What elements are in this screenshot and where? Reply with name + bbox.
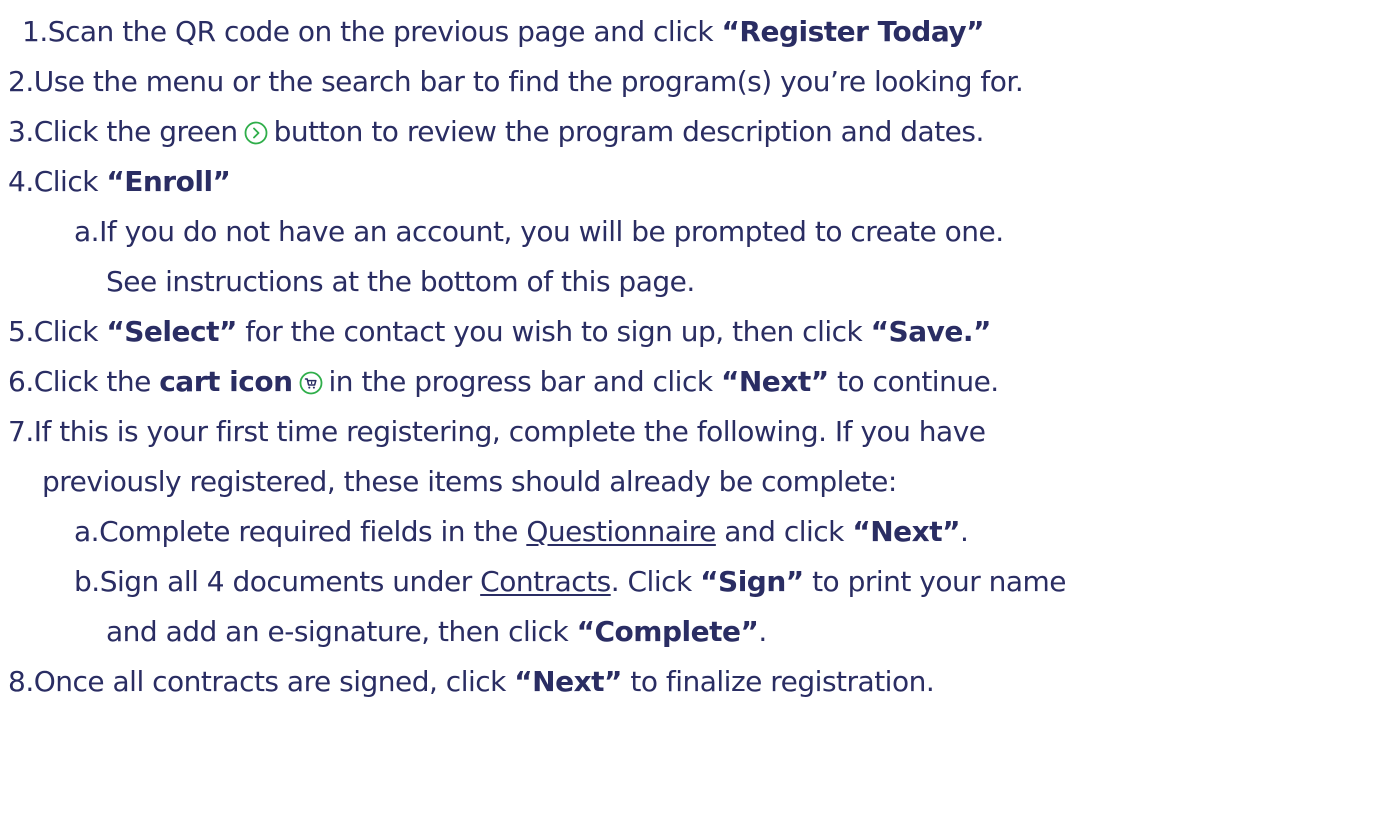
step-7b-letter: b. [74, 565, 100, 598]
instructions-page: 1.Scan the QR code on the previous page … [0, 0, 1376, 825]
step-7-number: 7. [8, 415, 34, 448]
step-5: 5.Click “Select” for the contact you wis… [8, 312, 991, 352]
green-chevron-right-circle-icon [244, 121, 268, 145]
cart-icon-label: cart icon [159, 365, 293, 398]
cart-icon [299, 371, 323, 395]
step-3: 3.Click the green button to review the pr… [8, 112, 984, 152]
questionnaire-link[interactable]: Questionnaire [526, 515, 716, 548]
register-today-label: “Register Today” [721, 15, 985, 48]
step-7b-text-2: and add an e-signature, then click [106, 615, 577, 648]
select-label: “Select” [106, 315, 237, 348]
step-7a-text: Complete required fields in the [99, 515, 527, 548]
step-7a-letter: a. [74, 515, 100, 548]
step-2: 2.Use the menu or the search bar to find… [8, 62, 1024, 102]
step-6-text-end: to continue. [828, 365, 999, 398]
step-7-text: If this is your first time registering, … [33, 415, 986, 448]
step-7b-text-end: to print your name [803, 565, 1067, 598]
next-label-step-6: “Next” [720, 365, 829, 398]
step-7a: a.Complete required fields in the Questi… [74, 512, 969, 552]
step-4-number: 4. [8, 165, 34, 198]
step-7b-continued: and add an e-signature, then click “Comp… [106, 612, 767, 652]
step-8-number: 8. [8, 665, 34, 698]
step-4a-letter: a. [74, 215, 100, 248]
step-8-text: Once all contracts are signed, click [33, 665, 515, 698]
step-5-number: 5. [8, 315, 34, 348]
step-3-text-after: button to review the program description… [273, 115, 985, 148]
step-1-text: Scan the QR code on the previous page an… [47, 15, 722, 48]
step-4a-text: If you do not have an account, you will … [99, 215, 1004, 248]
step-1: 1.Scan the QR code on the previous page … [22, 12, 985, 52]
step-8: 8.Once all contracts are signed, click “… [8, 662, 935, 702]
step-6-number: 6. [8, 365, 34, 398]
step-4: 4.Click “Enroll” [8, 162, 231, 202]
step-7-continued: previously registered, these items shoul… [42, 462, 897, 502]
step-7: 7.If this is your first time registering… [8, 412, 986, 452]
step-7a-text-end: . [960, 515, 969, 548]
step-8-text-end: to finalize registration. [621, 665, 935, 698]
contracts-link[interactable]: Contracts [480, 565, 611, 598]
step-7b-text-mid: . Click [610, 565, 701, 598]
step-6: 6.Click the cart icon in the progress bar… [8, 362, 999, 402]
step-2-text: Use the menu or the search bar to find t… [33, 65, 1024, 98]
step-3-text: Click the green [33, 115, 238, 148]
step-4a-continued: See instructions at the bottom of this p… [106, 262, 695, 302]
step-4a: a.If you do not have an account, you wil… [74, 212, 1004, 252]
sign-label: “Sign” [700, 565, 804, 598]
step-7b-text-2-end: . [758, 615, 767, 648]
step-6-text-mid: in the progress bar and click [328, 365, 721, 398]
step-3-number: 3. [8, 115, 34, 148]
step-4a-text-2: See instructions at the bottom of this p… [106, 265, 695, 298]
step-7a-text-mid: and click [715, 515, 853, 548]
step-4-text: Click [33, 165, 107, 198]
save-label: “Save.” [870, 315, 992, 348]
step-2-number: 2. [8, 65, 34, 98]
next-label-step-7a: “Next” [852, 515, 960, 548]
enroll-label: “Enroll” [106, 165, 231, 198]
step-5-text-mid: for the contact you wish to sign up, the… [236, 315, 871, 348]
step-1-number: 1. [22, 15, 48, 48]
step-7-text-2: previously registered, these items shoul… [42, 465, 897, 498]
step-7b: b.Sign all 4 documents under Contracts. … [74, 562, 1067, 602]
step-6-text: Click the [33, 365, 160, 398]
step-7b-text: Sign all 4 documents under [99, 565, 481, 598]
step-5-text: Click [33, 315, 107, 348]
complete-label: “Complete” [576, 615, 759, 648]
next-label-step-8: “Next” [514, 665, 622, 698]
